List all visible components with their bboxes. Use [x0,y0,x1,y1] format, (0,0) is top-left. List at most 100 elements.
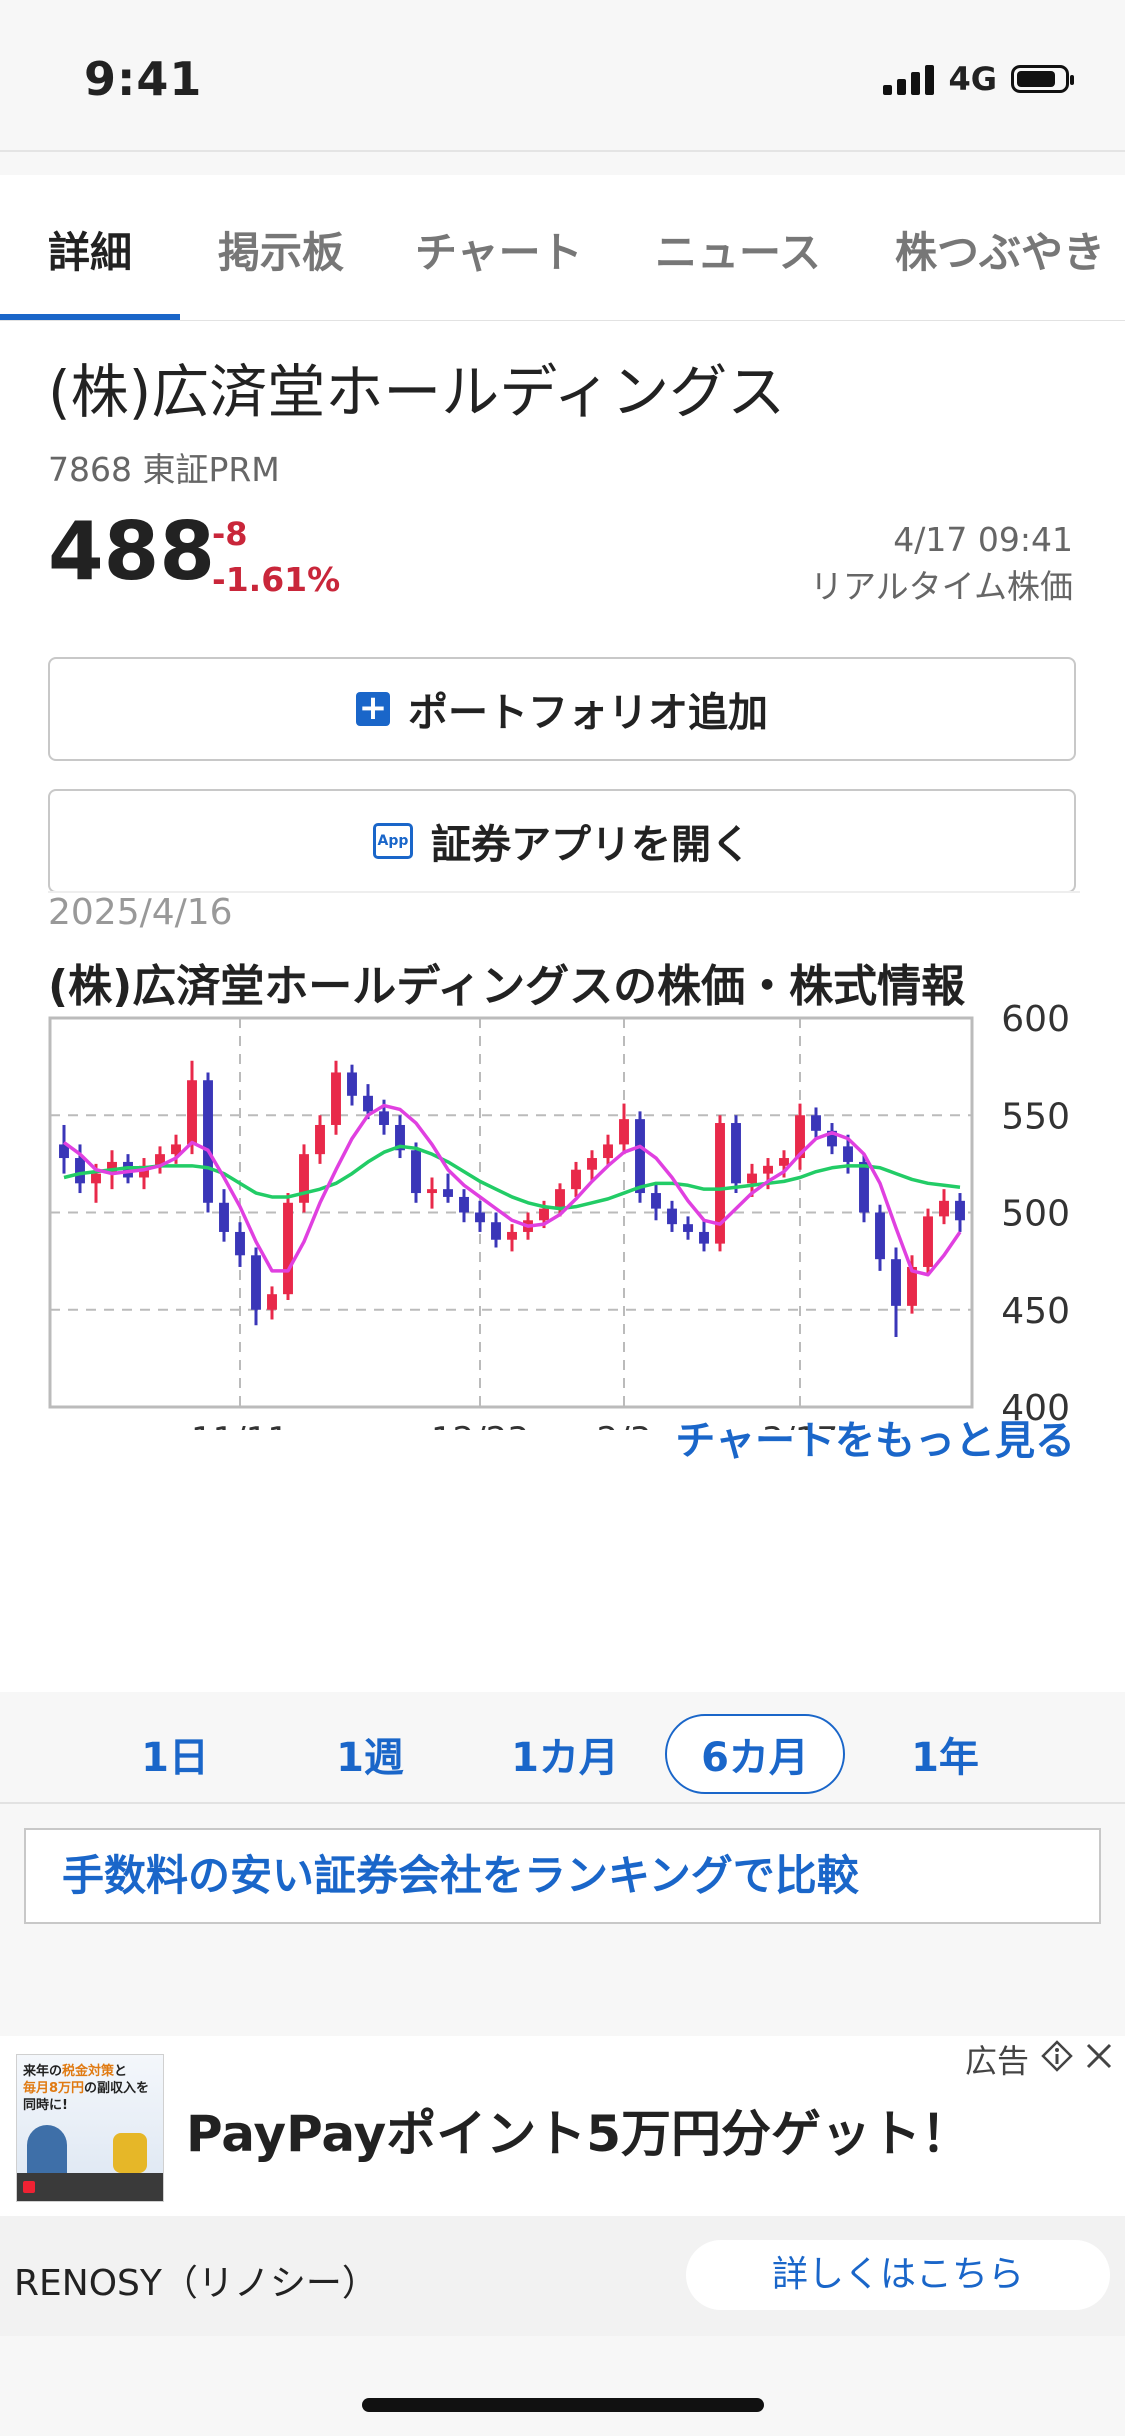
ad-banner[interactable]: 来年の税金対策と 毎月8万円の副収入を同時に! 広告 PayPayポイント5万円… [0,2036,1125,2216]
person-icon [27,2125,67,2177]
candle-body [747,1173,757,1184]
company-name: (株)広済堂ホールディングス [48,358,786,426]
price-change-percent: -1.61% [212,560,341,599]
tab-detail[interactable]: 詳細 [48,219,132,280]
status-bar: 9:41 4G [0,0,1125,150]
active-tab-indicator [0,314,180,320]
candle-body [251,1255,261,1310]
candle-body [763,1165,773,1174]
x-tick-label: 11/11 [191,1420,289,1430]
more-chart-link[interactable]: チャートをもっと見る [675,1408,1075,1466]
candle-body [219,1202,229,1232]
candle-body [635,1119,645,1194]
candle-body [859,1161,869,1213]
candle-body [491,1222,501,1240]
price-chart-svg: 60055050045040011/1112/232/33/17 [48,891,1080,1569]
y-tick-label: 450 [1001,1291,1070,1332]
ad-cta-button[interactable]: 詳しくはこちら [686,2240,1110,2310]
candle-body [75,1158,85,1184]
broker-ranking-link[interactable]: 手数料の安い証券会社をランキングで比較 [24,1828,1101,1924]
range-1week[interactable]: 1週 [305,1714,435,1794]
add-portfolio-button[interactable]: + ポートフォリオ追加 [48,657,1076,761]
tab-tweets[interactable]: 株つぶやき [895,219,1105,280]
chart-range-selector: 1日 1週 1カ月 6カ月 1年 [0,1692,1125,1804]
battery-icon [1011,65,1074,93]
candle-body [811,1115,821,1131]
candle-body [587,1158,597,1170]
close-icon[interactable] [1083,2040,1115,2072]
candle-body [315,1124,325,1155]
candle-body [891,1259,901,1306]
y-tick-label: 600 [1001,999,1070,1040]
range-1month[interactable]: 1カ月 [490,1714,640,1794]
moving-average-long-line [63,1144,961,1211]
candle-body [667,1208,677,1225]
price-chart[interactable]: 60055050045040011/1112/232/33/17 [0,890,1125,1569]
home-indicator [362,2398,764,2412]
ad-label: 広告 [960,2036,1033,2082]
signal-icon [883,63,935,95]
ad-thumbnail[interactable]: 来年の税金対策と 毎月8万円の副収入を同時に! [16,2054,164,2202]
candle-body [699,1231,709,1244]
y-tick-label: 550 [1001,1096,1070,1137]
ad-thumbnail-text: 来年の税金対策と 毎月8万円の副収入を同時に! [23,2064,150,2113]
coin-stack-icon [113,2133,147,2173]
paypay-logo [17,2173,163,2201]
x-tick-label: 12/23 [431,1420,529,1430]
network-type: 4G [948,60,997,98]
candle-body [507,1231,517,1240]
candle-body [411,1150,421,1194]
tab-bar: 詳細 掲示板 チャート ニュース 株つぶやき [0,175,1125,321]
candle-body [731,1123,741,1184]
open-app-button[interactable]: App 証券アプリを開く [48,789,1076,893]
candle-body [555,1189,565,1209]
candle-body [91,1173,101,1184]
candle-body [459,1196,469,1213]
tab-news[interactable]: ニュース [655,219,821,280]
range-6month[interactable]: 6カ月 [665,1714,845,1794]
ad-info-icon[interactable] [1041,2040,1073,2072]
y-tick-label: 500 [1001,1194,1070,1235]
tab-board[interactable]: 掲示板 [218,219,344,280]
candle-body [651,1193,661,1209]
stock-price: 488 [48,505,215,598]
ad-brand: RENOSY（リノシー） [14,2263,378,2304]
candle-body [379,1111,389,1125]
candle-body [843,1146,853,1162]
candle-body [347,1072,357,1096]
open-app-label: 証券アプリを開く [431,822,751,868]
candle-body [427,1189,437,1194]
candle-body [235,1231,245,1256]
candle-body [603,1144,613,1159]
candle-body [443,1189,453,1197]
candle-body [203,1080,213,1203]
ad-footer: RENOSY（リノシー） 詳しくはこちら [0,2216,1125,2336]
price-timestamp: 4/17 09:41 [893,520,1073,559]
candle-body [283,1202,293,1295]
tab-chart[interactable]: チャート [415,219,583,280]
candle-body [267,1294,277,1310]
candle-body [475,1212,485,1223]
candle-body [363,1095,373,1112]
status-time: 9:41 [84,52,203,106]
candle-body [875,1212,885,1260]
plus-icon: + [356,691,390,726]
candle-body [331,1072,341,1125]
stock-code-market: 7868 東証PRM [48,450,280,489]
candle-body [187,1080,197,1145]
add-portfolio-label: ポートフォリオ追加 [408,690,768,736]
price-change: -8 [212,515,248,553]
ad-title[interactable]: PayPayポイント5万円分ゲット！ [186,2094,971,2166]
status-indicators: 4G [883,60,1074,98]
candle-body [955,1200,965,1221]
candle-body [939,1200,949,1217]
range-1year[interactable]: 1年 [880,1714,1010,1794]
divider [0,150,1125,152]
range-1day[interactable]: 1日 [110,1714,240,1794]
price-type: リアルタイム株価 [809,567,1073,606]
candle-body [683,1224,693,1232]
candle-body [619,1119,629,1145]
candle-body [539,1208,549,1221]
candle-body [571,1169,581,1190]
x-tick-label: 2/3 [597,1420,652,1430]
